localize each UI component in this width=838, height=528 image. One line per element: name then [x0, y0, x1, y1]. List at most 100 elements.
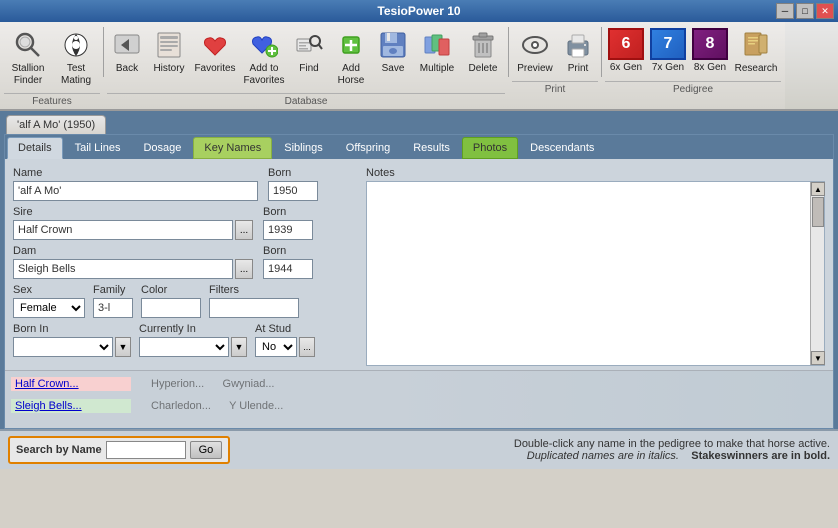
search-input[interactable] [106, 441, 186, 459]
notes-content[interactable] [367, 182, 810, 365]
tab-siblings[interactable]: Siblings [273, 137, 334, 159]
print-button[interactable]: Print [558, 25, 598, 79]
filters-input[interactable] [209, 298, 299, 318]
toolbar-print-group: Preview Print Print [512, 25, 598, 109]
database-group-label: Database [107, 93, 505, 109]
test-mating-button[interactable]: TestMating [52, 25, 100, 91]
tab-offspring[interactable]: Offspring [335, 137, 401, 159]
sire-browse-button[interactable]: ... [235, 220, 253, 240]
tab-results[interactable]: Results [402, 137, 461, 159]
name-input[interactable] [13, 181, 258, 201]
close-button[interactable]: ✕ [816, 3, 834, 19]
tab-dosage[interactable]: Dosage [132, 137, 192, 159]
sire-input[interactable] [13, 220, 233, 240]
tab-key-names[interactable]: Key Names [193, 137, 272, 159]
7x-gen-label: 7x Gen [652, 62, 684, 74]
sex-select[interactable]: Female Male Gelding [13, 298, 85, 318]
currently-arrow[interactable]: ▼ [231, 337, 247, 357]
stallion-finder-button[interactable]: StallionFinder [4, 25, 52, 91]
8x-gen-label: 8x Gen [694, 62, 726, 74]
tab-tail-lines[interactable]: Tail Lines [64, 137, 132, 159]
color-label: Color [141, 284, 201, 296]
content-panel: Details Tail Lines Dosage Key Names Sibl… [4, 134, 834, 429]
toolbar: StallionFinder TestMating F [0, 22, 838, 111]
scroll-track [811, 196, 824, 351]
pedigree-sire-link[interactable]: Half Crown... [11, 377, 131, 391]
add-favorites-icon [248, 29, 280, 61]
find-icon [293, 29, 325, 61]
born-sire-input[interactable] [263, 220, 313, 240]
born-name-input[interactable] [268, 181, 318, 201]
back-icon [111, 29, 143, 61]
tab-descendants[interactable]: Descendants [519, 137, 605, 159]
preview-button[interactable]: Preview [512, 25, 558, 79]
status-line2-prefix: Duplicated names are in italics. [527, 450, 679, 462]
history-icon [153, 29, 185, 61]
notes-panel: ▲ ▼ [366, 181, 825, 366]
multiple-button[interactable]: Multiple [413, 25, 461, 79]
born-in-row: Born In ▼ Currently In [13, 323, 358, 357]
6x-gen-icon: 6 [608, 28, 644, 60]
at-stud-browse[interactable]: ... [299, 337, 315, 357]
status-line2-bold: Stakeswinners are in bold. [682, 450, 830, 462]
history-button[interactable]: History [147, 25, 191, 79]
history-label: History [153, 63, 184, 75]
notes-scrollbar[interactable]: ▲ ▼ [810, 182, 824, 365]
7x-gen-icon: 7 [650, 28, 686, 60]
name-row: Name Born [13, 167, 358, 201]
sire-label: Sire [13, 206, 253, 218]
research-button[interactable]: Research [731, 25, 781, 79]
tab-details[interactable]: Details [7, 137, 63, 159]
6x-gen-button[interactable]: 6 6x Gen [605, 25, 647, 77]
find-label: Find [299, 63, 318, 75]
dam-browse-button[interactable]: ... [235, 259, 253, 279]
divider-2 [508, 27, 509, 77]
family-label: Family [93, 284, 133, 296]
save-label: Save [382, 63, 405, 75]
7x-gen-button[interactable]: 7 7x Gen [647, 25, 689, 77]
search-label: Search by Name [16, 444, 102, 456]
8x-gen-button[interactable]: 8 8x Gen [689, 25, 731, 77]
back-label: Back [116, 63, 138, 75]
toolbar-pedigree-group: 6 6x Gen 7 7x Gen 8 8x Gen [605, 25, 781, 109]
favorites-button[interactable]: Favorites [191, 25, 239, 79]
currently-select[interactable] [139, 337, 229, 357]
back-button[interactable]: Back [107, 25, 147, 79]
print-icon [562, 29, 594, 61]
go-button[interactable]: Go [190, 441, 223, 459]
stallion-finder-label: StallionFinder [12, 63, 45, 87]
stallion-finder-icon [12, 29, 44, 61]
maximize-button[interactable]: □ [796, 3, 814, 19]
at-stud-select[interactable]: No Yes [255, 337, 297, 357]
horse-tab-label: 'alf A Mo' (1950) [17, 119, 95, 131]
delete-button[interactable]: Delete [461, 25, 505, 79]
horse-tab[interactable]: 'alf A Mo' (1950) [6, 115, 106, 134]
born-in-select[interactable] [13, 337, 113, 357]
born-label-name: Born [268, 167, 318, 179]
scroll-up-arrow[interactable]: ▲ [811, 182, 825, 196]
notes-section: Notes ▲ ▼ [366, 167, 825, 366]
born-dam-input[interactable] [263, 259, 313, 279]
scroll-down-arrow[interactable]: ▼ [811, 351, 825, 365]
scroll-thumb[interactable] [812, 197, 824, 227]
born-in-arrow[interactable]: ▼ [115, 337, 131, 357]
notes-label: Notes [366, 167, 825, 179]
minimize-button[interactable]: ─ [776, 3, 794, 19]
search-box: Search by Name Go [8, 436, 230, 464]
find-button[interactable]: Find [289, 25, 329, 79]
add-horse-button[interactable]: AddHorse [329, 25, 373, 91]
pedigree-panel: Half Crown... Hyperion... Gwyniad... Sle… [5, 370, 833, 428]
sire-row: Sire ... Born [13, 206, 358, 240]
sex-label: Sex [13, 284, 85, 296]
dam-input[interactable] [13, 259, 233, 279]
family-input[interactable] [93, 298, 133, 318]
add-horse-label: AddHorse [338, 63, 365, 87]
color-input[interactable] [141, 298, 201, 318]
divider-3 [601, 27, 602, 77]
save-button[interactable]: Save [373, 25, 413, 79]
pedigree-dam-link[interactable]: Sleigh Bells... [11, 399, 131, 413]
status-line2: Duplicated names are in italics. Stakesw… [514, 450, 830, 462]
add-favorites-button[interactable]: Add toFavorites [239, 25, 289, 91]
tab-photos[interactable]: Photos [462, 137, 518, 159]
favorites-icon [199, 29, 231, 61]
